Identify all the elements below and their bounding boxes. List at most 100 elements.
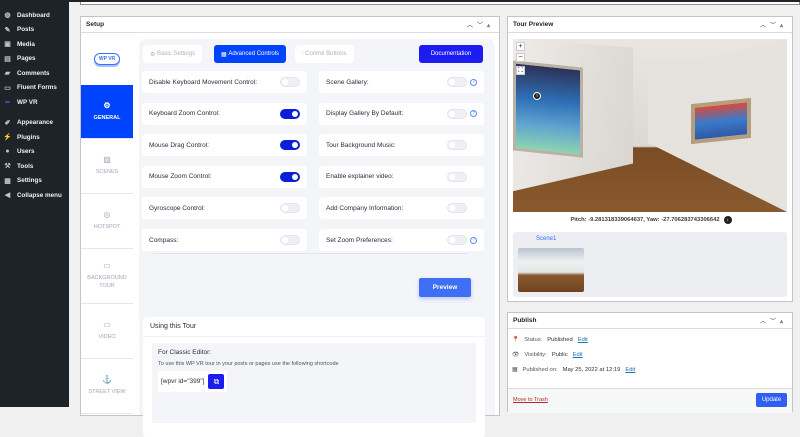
menu-item-tools[interactable]: ⚒ Tools bbox=[0, 159, 69, 174]
control-row: Keyboard Zoom Control: bbox=[142, 102, 307, 125]
vtab-label: HOTSPOT bbox=[93, 224, 121, 230]
menu-label: Dashboard bbox=[17, 11, 50, 19]
vtab-label: SCENES bbox=[95, 169, 119, 175]
user-icon: ● bbox=[5, 148, 10, 156]
menu-item-pages[interactable]: ▤ Pages bbox=[0, 52, 69, 67]
plugin-icon: ⚡ bbox=[3, 134, 12, 142]
vtab-label: STREET VIEW bbox=[88, 389, 126, 395]
menu-item-appearance[interactable]: ✐ Appearance bbox=[0, 116, 69, 131]
move-to-trash-link[interactable]: Move to Trash bbox=[513, 397, 548, 403]
help-icon[interactable]: ? bbox=[470, 78, 477, 86]
panel-controls[interactable]: ︿﹀▴ bbox=[760, 316, 787, 325]
menu-item-plugins[interactable]: ⚡ Plugins bbox=[0, 130, 69, 145]
help-icon[interactable]: ? bbox=[470, 110, 477, 118]
publish-footer: Move to Trash Update bbox=[508, 388, 792, 413]
tab-control-buttons[interactable]: ⫶ Control Buttons bbox=[295, 45, 354, 63]
pages-icon: ▤ bbox=[4, 55, 11, 63]
toggle-switch[interactable] bbox=[447, 77, 467, 87]
info-hotspot-icon[interactable]: i bbox=[533, 92, 541, 100]
menu-label: Media bbox=[17, 40, 35, 48]
control-row: Add Company Information:? bbox=[319, 197, 484, 220]
vtab-street-view[interactable]: ⚓ STREET VIEW bbox=[81, 359, 133, 414]
control-label: Compass: bbox=[149, 236, 179, 244]
classic-editor-box: For Classic Editor: To use this WP VR to… bbox=[152, 343, 476, 423]
video-icon: ▭ bbox=[103, 320, 111, 329]
update-button[interactable]: Update bbox=[756, 393, 787, 407]
admin-sidebar: ◍ Dashboard ✎ Posts ▣ Media ▤ Pages ▰ Comments ▭ Fl… bbox=[0, 0, 69, 407]
wpvr-logo: WP VR bbox=[81, 33, 133, 85]
tab-advanced-controls[interactable]: ▦ Advanced Controls bbox=[214, 45, 287, 63]
menu-label: Fluent Forms bbox=[17, 84, 57, 92]
toggle-switch[interactable] bbox=[280, 140, 300, 151]
using-this-tour: Using this Tour For Classic Editor: To u… bbox=[143, 317, 485, 437]
menu-label: Users bbox=[17, 148, 35, 156]
toggle-switch[interactable] bbox=[447, 171, 467, 182]
menu-item-collapse-menu[interactable]: ◀ Collapse menu bbox=[0, 188, 69, 203]
scene-thumbnail[interactable] bbox=[518, 248, 584, 292]
setup-panel: Setup ︿﹀▴ WP VR ⚙ GENERAL ▨ SCENES ◎ HOTSPOT ▭ B… bbox=[80, 16, 500, 437]
tab-basic-settings[interactable]: ⚙ Basic Settings bbox=[143, 45, 203, 63]
panel-controls[interactable]: ︿﹀▴ bbox=[467, 20, 494, 29]
hotspot-icon: ◎ bbox=[103, 210, 111, 219]
vtab-video[interactable]: ▭ VIDEO bbox=[81, 304, 133, 359]
edit-visibility-link[interactable]: Edit bbox=[573, 352, 583, 358]
top-edge bbox=[0, 0, 800, 2]
menu-item-fluent-forms[interactable]: ▭ Fluent Forms bbox=[0, 81, 69, 96]
eye-icon: 👁 bbox=[512, 351, 520, 358]
wrench-icon: ⚒ bbox=[4, 163, 11, 171]
dashboard-icon: ◍ bbox=[4, 12, 11, 20]
toggle-switch[interactable] bbox=[280, 235, 300, 245]
media-icon: ▣ bbox=[4, 41, 11, 49]
panorama-viewer[interactable]: + − ⛶ i bbox=[513, 39, 787, 212]
control-row: Enable explainer video:? bbox=[319, 165, 484, 188]
divider bbox=[153, 253, 469, 254]
menu-label: Appearance bbox=[17, 119, 54, 127]
menu-label: Posts bbox=[17, 26, 35, 34]
menu-label: WP VR bbox=[17, 98, 38, 106]
toggle-switch[interactable] bbox=[280, 77, 300, 87]
menu-item-posts[interactable]: ✎ Posts bbox=[0, 23, 69, 38]
control-label: Scene Gallery: bbox=[326, 78, 369, 86]
menu-item-media[interactable]: ▣ Media bbox=[0, 37, 69, 52]
toggle-switch[interactable] bbox=[447, 235, 467, 245]
toggle-switch[interactable] bbox=[447, 203, 467, 214]
toggle-switch[interactable] bbox=[447, 108, 467, 119]
pin-icon: 📍 bbox=[512, 336, 520, 343]
menu-item-users[interactable]: ● Users bbox=[0, 145, 69, 160]
vtab-background-tour[interactable]: ▭ BACKGROUND TOUR bbox=[81, 249, 133, 304]
menu-item-wp-vr[interactable]: ∞ WP VR bbox=[0, 95, 69, 110]
control-label: Gyroscope Control: bbox=[149, 204, 205, 212]
toggle-switch[interactable] bbox=[280, 171, 300, 182]
toggle-switch[interactable] bbox=[280, 203, 300, 214]
panel-controls[interactable]: ︿﹀▴ bbox=[760, 20, 787, 29]
scene-label[interactable]: Scene1 bbox=[536, 236, 556, 242]
menu-item-settings[interactable]: ▦ Settings bbox=[0, 174, 69, 189]
control-label: Display Gallery By Default: bbox=[326, 110, 404, 118]
preview-button[interactable]: Preview bbox=[419, 278, 471, 297]
vtab-general[interactable]: ⚙ GENERAL bbox=[81, 85, 133, 139]
edit-status-link[interactable]: Edit bbox=[578, 337, 588, 343]
control-row: Set Zoom Preferences:? bbox=[319, 229, 484, 251]
vtab-hotspot[interactable]: ◎ HOTSPOT bbox=[81, 194, 133, 249]
edit-date-link[interactable]: Edit bbox=[625, 367, 635, 373]
menu-label: Collapse menu bbox=[17, 191, 62, 199]
documentation-button[interactable]: Documentation bbox=[419, 45, 483, 63]
help-icon[interactable]: ? bbox=[470, 236, 477, 244]
zoom-out-icon[interactable]: − bbox=[516, 53, 525, 62]
copy-icon[interactable]: ⧉ bbox=[208, 374, 225, 389]
control-label: Keyboard Zoom Control: bbox=[149, 110, 220, 118]
menu-label: Pages bbox=[17, 55, 36, 63]
menu-item-comments[interactable]: ▰ Comments bbox=[0, 66, 69, 81]
vtab-label: VIDEO bbox=[98, 334, 116, 340]
status-row: 📍 Status: Published Edit bbox=[512, 336, 588, 343]
vtab-scenes[interactable]: ▨ SCENES bbox=[81, 139, 133, 194]
zoom-in-icon[interactable]: + bbox=[516, 42, 525, 51]
shortcode-text[interactable]: [wpvr id="399"] bbox=[161, 378, 204, 385]
menu-item-dashboard[interactable]: ◍ Dashboard bbox=[0, 8, 69, 23]
vertical-tabs: WP VR ⚙ GENERAL ▨ SCENES ◎ HOTSPOT ▭ BACKGROUND… bbox=[81, 33, 133, 415]
tour-preview-panel: Tour Preview ︿﹀▴ + − ⛶ i Pitch: -9.281318… bbox=[507, 16, 793, 302]
download-icon[interactable]: ↓ bbox=[723, 216, 732, 224]
toggle-switch[interactable] bbox=[447, 140, 467, 151]
fullscreen-icon[interactable]: ⛶ bbox=[516, 66, 525, 75]
toggle-switch[interactable] bbox=[280, 108, 300, 119]
